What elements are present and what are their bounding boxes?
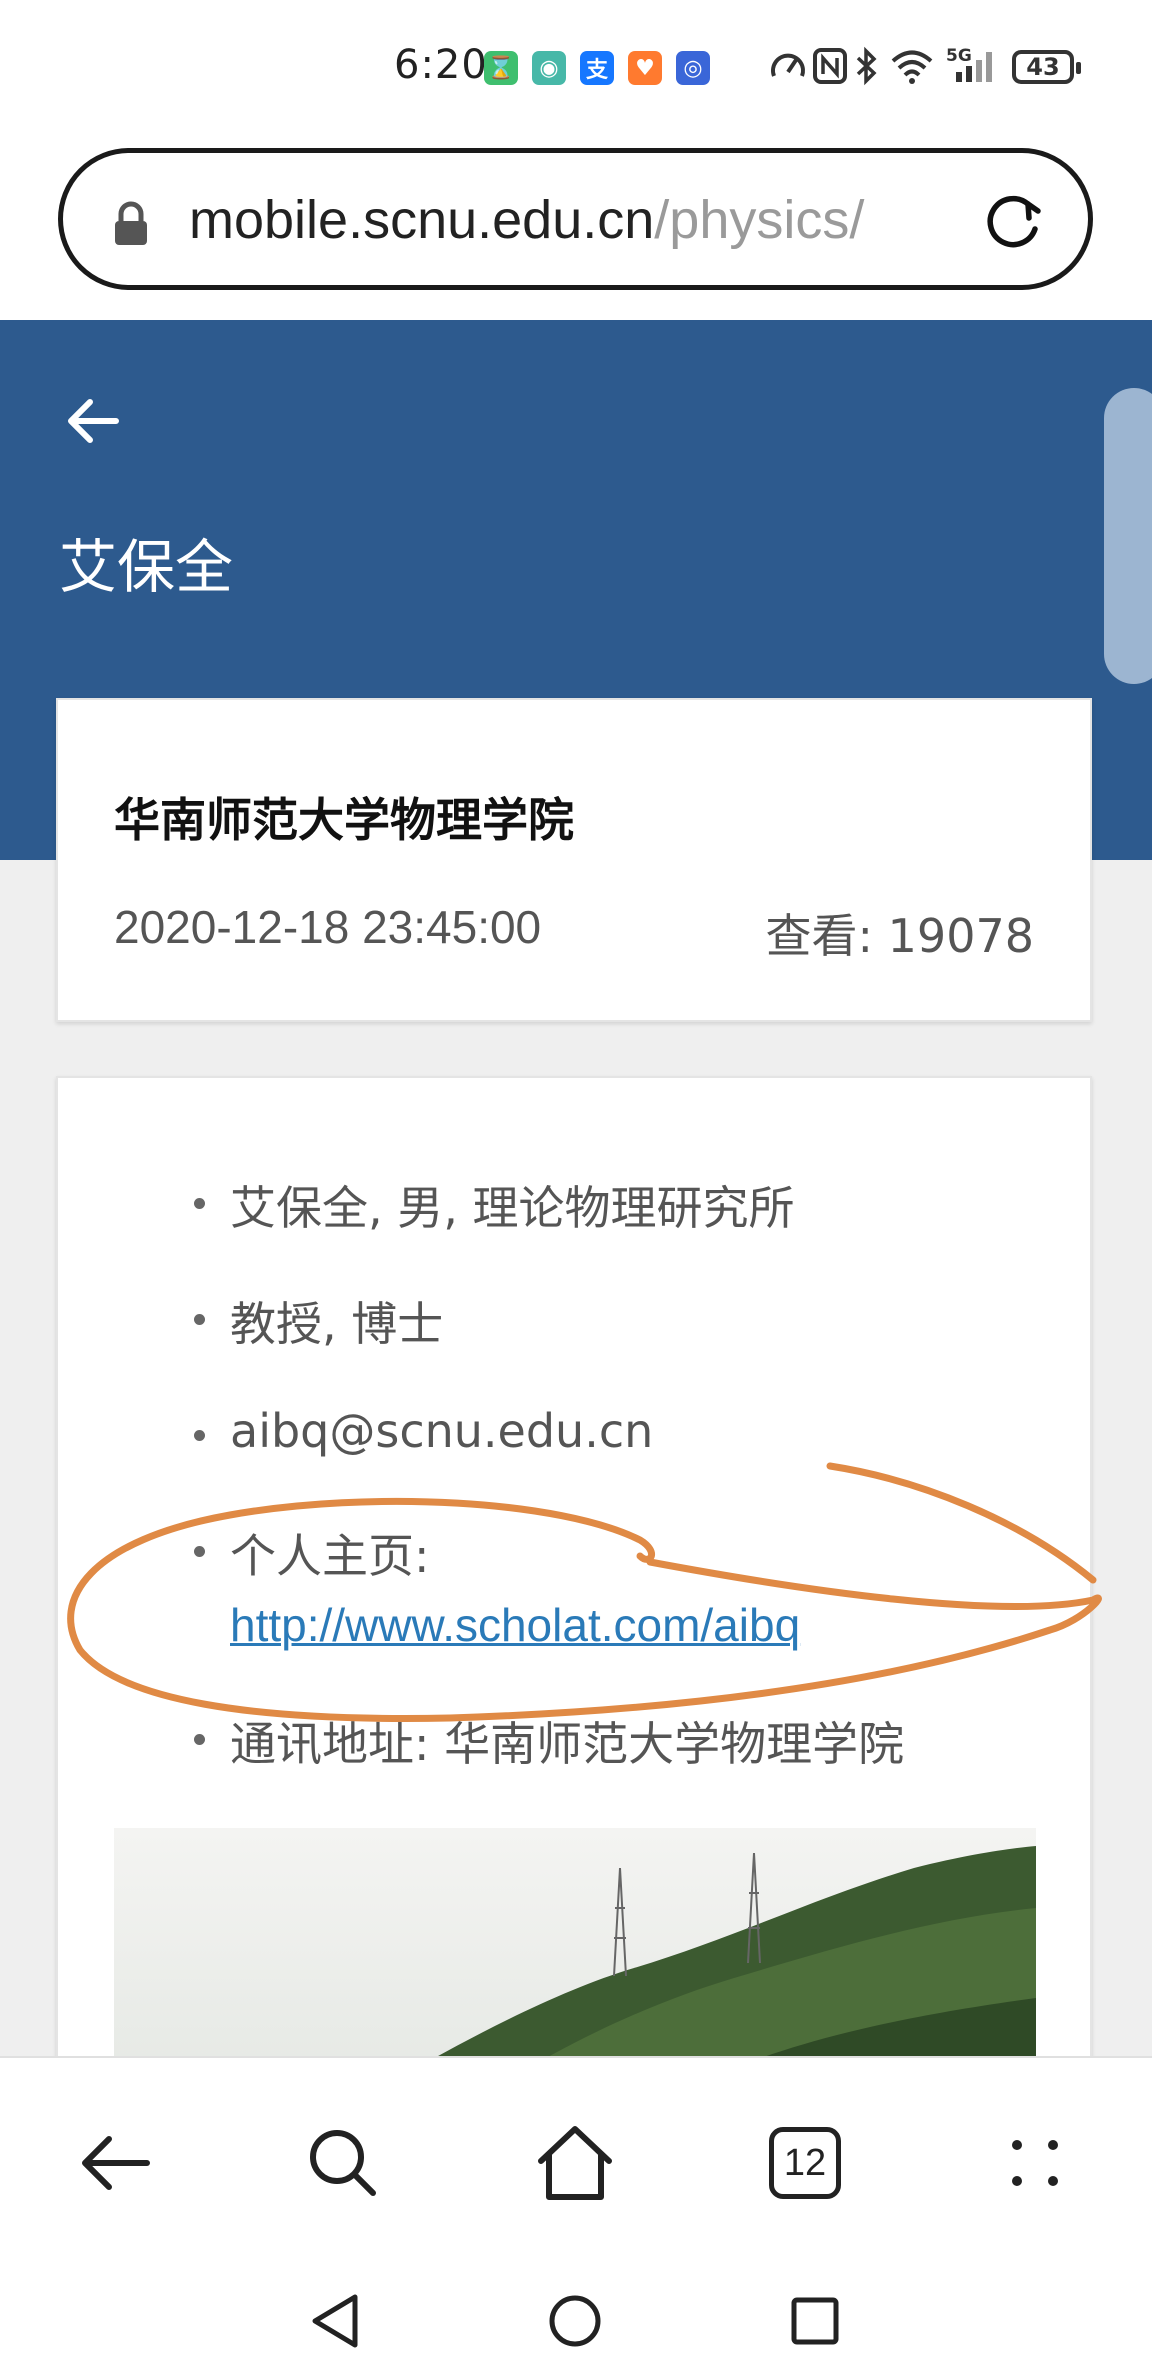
- alipay-icon: 支: [580, 51, 614, 85]
- system-back-button[interactable]: [300, 2286, 370, 2356]
- search-button[interactable]: [298, 2118, 388, 2208]
- signal-icon: [956, 52, 992, 82]
- health-app-icon: ♥: [628, 51, 662, 85]
- url-bar[interactable]: mobile.scnu.edu.cn/physics/: [58, 148, 1093, 290]
- system-recents-button[interactable]: [780, 2286, 850, 2356]
- back-button[interactable]: [70, 2118, 160, 2208]
- dots-grid-icon: [1012, 2140, 1058, 2186]
- content-card: 艾保全, 男, 理论物理研究所 教授, 博士 aibq@scnu.edu.cn …: [56, 1076, 1092, 2176]
- list-item-address: 通讯地址: 华南师范大学物理学院: [193, 1708, 904, 1774]
- views-label: 查看:: [765, 909, 874, 963]
- browser-app-icon: ◎: [676, 51, 710, 85]
- list-item-name: 艾保全, 男, 理论物理研究所: [194, 1172, 795, 1238]
- views-count: 19078: [887, 909, 1034, 963]
- list-item-title: 教授, 博士: [193, 1288, 443, 1354]
- menu-button[interactable]: [990, 2118, 1080, 2208]
- system-navigation-bar: [0, 2256, 1152, 2376]
- home-icon: [538, 2126, 612, 2200]
- speed-icon: [771, 53, 805, 77]
- list-item-email: aibq@scnu.edu.cn: [193, 1404, 654, 1458]
- home-button[interactable]: [530, 2118, 620, 2208]
- triangle-back-icon: [312, 2294, 358, 2348]
- system-home-button[interactable]: [540, 2286, 610, 2356]
- url-domain: mobile.scnu.edu.cn: [189, 190, 655, 250]
- scroll-handle[interactable]: [1104, 388, 1152, 684]
- tabs-button[interactable]: 12: [760, 2118, 850, 2208]
- back-arrow-icon: [82, 2136, 150, 2190]
- meta-date: 2020-12-18 23:45:00: [114, 901, 542, 953]
- url-text[interactable]: mobile.scnu.edu.cn/physics/: [189, 189, 864, 251]
- browser-bottom-bar: 12: [0, 2056, 1152, 2256]
- status-time: 6:20: [394, 42, 488, 88]
- meta-card: 华南师范大学物理学院 2020-12-18 23:45:00 查看: 19078: [56, 698, 1092, 1022]
- status-bar: 6:20 ⌛ ◉ 支 ♥ ◎ 5G 43: [0, 0, 1152, 135]
- bluetooth-icon: [856, 46, 877, 86]
- tab-count-badge: 12: [769, 2127, 841, 2199]
- list-item-homepage: 个人主页: http://www.scholat.com/aibq: [193, 1520, 800, 1652]
- page-title: 艾保全: [59, 533, 234, 601]
- square-recents-icon: [791, 2297, 839, 2345]
- hourglass-app-icon: ⌛: [484, 51, 518, 85]
- battery-indicator: 43: [1012, 50, 1081, 84]
- back-arrow-icon[interactable]: [64, 392, 122, 450]
- shopping-app-icon: ◉: [532, 51, 566, 85]
- circle-home-icon: [549, 2295, 601, 2347]
- search-icon: [310, 2130, 376, 2196]
- homepage-link[interactable]: http://www.scholat.com/aibq: [230, 1598, 800, 1652]
- meta-org-title: 华南师范大学物理学院: [114, 793, 574, 847]
- url-path: /physics/: [654, 190, 865, 250]
- homepage-label: 个人主页:: [230, 1529, 430, 1583]
- meta-views: 查看: 19078: [766, 900, 1034, 966]
- lock-icon: [115, 201, 147, 245]
- reload-icon[interactable]: [978, 189, 1048, 259]
- wifi-icon: [891, 50, 933, 84]
- nfc-icon: [813, 48, 847, 84]
